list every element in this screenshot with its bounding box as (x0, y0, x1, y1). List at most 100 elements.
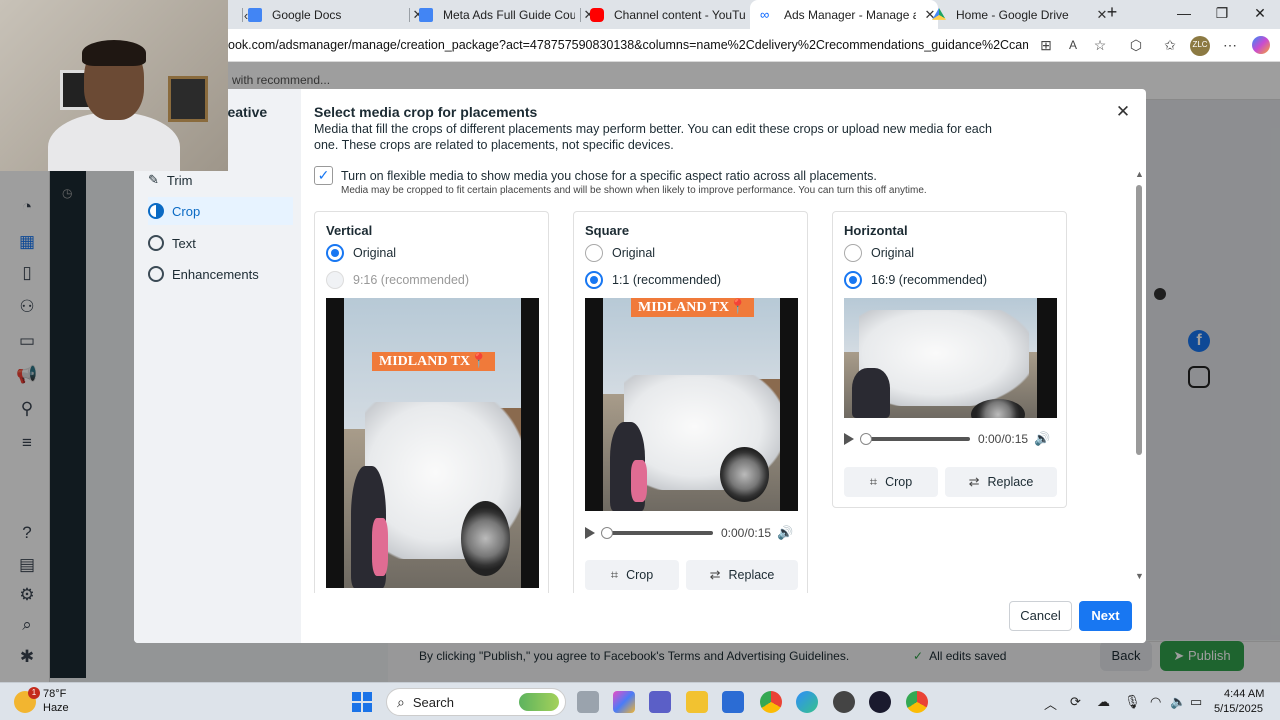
tab-meta-ads-guide[interactable]: Meta Ads Full Guide Course ✕ (419, 4, 597, 26)
sidebar-item-label: Text (172, 235, 196, 251)
foam-bottle (631, 459, 648, 503)
sidebar-item-enhancements[interactable]: Enhancements (148, 260, 293, 288)
edge-icon[interactable] (796, 691, 818, 713)
progress-knob[interactable] (860, 433, 872, 445)
sidebar-item-text[interactable]: Text (148, 229, 293, 257)
radio-unselected[interactable] (585, 244, 603, 262)
horizontal-replace-button[interactable]: ⇄ Replace (945, 467, 1057, 497)
search-placeholder: Search (412, 694, 455, 710)
square-replace-button[interactable]: ⇄ Replace (686, 560, 798, 590)
weather-condition[interactable]: Haze (43, 702, 69, 714)
close-dialog-icon[interactable]: ✕ (1112, 101, 1134, 123)
sidebar-item-crop[interactable]: Crop (148, 197, 293, 225)
tab-google-drive[interactable]: Home - Google Drive ✕ (932, 4, 1110, 26)
play-icon[interactable] (585, 527, 595, 539)
sidebar-item-label: Enhancements (172, 266, 259, 282)
speaker-icon[interactable]: 🔈 (1170, 694, 1186, 710)
tab-ads-manager[interactable]: ∞ Ads Manager - Manage ads ✕ (750, 0, 938, 29)
chrome-icon[interactable] (760, 691, 782, 713)
copilot-app-icon[interactable] (613, 691, 635, 713)
radio-selected[interactable] (585, 271, 603, 289)
button-label: Crop (626, 568, 654, 582)
horizontal-crop-button[interactable]: ⌗ Crop (844, 467, 938, 497)
maximize-icon[interactable]: ❐ (1202, 5, 1242, 22)
copilot-icon[interactable] (1252, 36, 1270, 54)
next-button[interactable]: Next (1079, 601, 1132, 631)
extensions-icon[interactable]: ⬡ (1127, 36, 1145, 54)
progress-track[interactable] (601, 527, 713, 539)
video-time: 0:00/0:15 (721, 526, 772, 540)
vertical-video-preview[interactable]: MIDLAND TX📍 (326, 298, 539, 588)
presenter-body (48, 112, 180, 171)
windows-start-icon[interactable] (352, 692, 372, 712)
flexible-media-checkbox[interactable]: ✓ (314, 166, 333, 185)
windows-taskbar: 1 78°F Haze ⌕ Search ︿ ⟳ ☁ 🎙 ◠ 🔈 ▭ 4:44 … (0, 682, 1280, 720)
read-aloud-icon[interactable]: A (1064, 36, 1082, 54)
square-crop-button[interactable]: ⌗ Crop (585, 560, 679, 590)
horizontal-original-option[interactable]: Original (844, 244, 914, 262)
square-recommended-option[interactable]: 1:1 (recommended) (585, 271, 721, 289)
sync-icon[interactable]: ⟳ (1070, 694, 1081, 710)
tab-youtube[interactable]: Channel content - YouTube ✕ (590, 4, 768, 26)
horizontal-video-preview[interactable] (844, 298, 1057, 418)
cloud-icon[interactable]: ☁ (1097, 694, 1110, 710)
play-icon[interactable] (844, 433, 854, 445)
person (851, 367, 891, 418)
scroll-down-icon[interactable]: ▼ (1135, 571, 1144, 581)
video-time: 0:00/0:15 (978, 432, 1029, 446)
app-available-icon[interactable]: ⊞ (1037, 36, 1055, 54)
minimize-icon[interactable]: — (1164, 5, 1204, 21)
scroll-thumb[interactable] (1136, 185, 1142, 455)
microphone-icon[interactable]: 🎙 (1124, 694, 1141, 710)
option-label: 1:1 (recommended) (612, 273, 722, 287)
volume-icon[interactable]: 🔊 (1034, 431, 1050, 447)
square-original-option[interactable]: Original (585, 244, 655, 262)
radio-unselected[interactable] (844, 244, 862, 262)
battery-icon[interactable]: ▭ (1190, 694, 1202, 710)
square-card: Square Original 1:1 (recommended) MIDLAN… (573, 211, 808, 611)
temperature[interactable]: 78°F (43, 688, 66, 700)
file-explorer-icon[interactable] (686, 691, 708, 713)
vertical-recommended-option[interactable]: 9:16 (recommended) (326, 271, 469, 289)
webcam-overlay (0, 0, 228, 171)
presenter-hair (82, 40, 146, 66)
dialog-scrollbar[interactable]: ▲ ▼ (1134, 169, 1144, 581)
progress-knob[interactable] (601, 527, 613, 539)
card-title: Horizontal (844, 223, 908, 238)
favorites-icon[interactable]: ✩ (1161, 36, 1179, 54)
radio-selected[interactable] (326, 244, 344, 262)
cancel-button[interactable]: Cancel (1009, 601, 1072, 631)
clock-date[interactable]: 5/15/2025 (1214, 703, 1263, 715)
radio-disabled[interactable] (326, 271, 344, 289)
media-app-icon[interactable] (833, 691, 855, 713)
chrome-profile-icon[interactable] (906, 691, 928, 713)
more-menu-icon[interactable]: ⋯ (1221, 36, 1239, 54)
radio-selected[interactable] (844, 271, 862, 289)
close-window-icon[interactable]: ✕ (1240, 5, 1280, 22)
chevron-up-icon[interactable]: ︿ (1044, 694, 1057, 713)
clock-time[interactable]: 4:44 AM (1224, 688, 1264, 700)
scroll-up-icon[interactable]: ▲ (1135, 169, 1144, 179)
video-frame: MIDLAND TX📍 (344, 298, 521, 588)
square-video-preview[interactable]: MIDLAND TX📍 (585, 298, 798, 511)
task-view-icon[interactable] (577, 691, 599, 713)
app-icon[interactable] (869, 691, 891, 713)
progress-track[interactable] (860, 433, 970, 445)
wifi-icon[interactable]: ◠ (1150, 694, 1161, 710)
new-tab-icon[interactable]: + (1092, 2, 1132, 23)
store-icon[interactable] (722, 691, 744, 713)
teams-icon[interactable] (649, 691, 671, 713)
vertical-original-option[interactable]: Original (326, 244, 396, 262)
taskbar-search[interactable]: ⌕ Search (386, 688, 566, 716)
url-field[interactable]: ook.com/adsmanager/manage/creation_packa… (228, 38, 1028, 52)
video-frame (844, 298, 1037, 418)
tab-label: Ads Manager - Manage ads (784, 7, 916, 22)
sidebar-item-label: Trim (166, 172, 193, 188)
tab-google-docs[interactable]: Google Docs ✕ (248, 4, 426, 26)
crop-icon: ⌗ (610, 567, 619, 582)
profile-avatar-icon[interactable]: ZLC (1190, 36, 1210, 56)
favorite-star-icon[interactable]: ☆ (1091, 36, 1109, 54)
horizontal-recommended-option[interactable]: 16:9 (recommended) (844, 271, 987, 289)
volume-icon[interactable]: 🔊 (777, 525, 793, 541)
foam-bottle (372, 518, 389, 577)
